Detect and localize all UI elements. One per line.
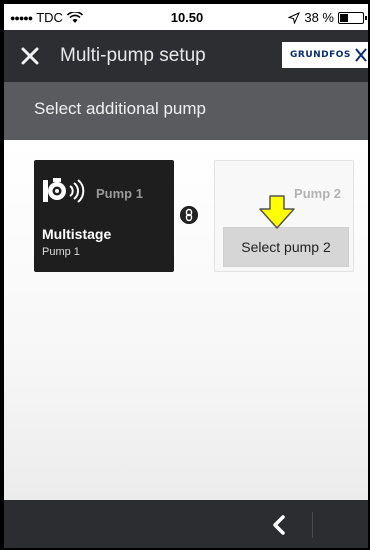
status-bar: ●●●●● TDC 10.50 38 % xyxy=(4,4,368,30)
pump-1-name: Pump 1 xyxy=(42,246,80,258)
pump-1-title: Pump 1 xyxy=(96,186,143,201)
nav-divider xyxy=(312,512,313,538)
location-arrow-icon xyxy=(288,11,301,24)
select-pump-2-button[interactable]: Select pump 2 xyxy=(223,227,349,267)
bottom-nav xyxy=(4,500,368,548)
phone-screen: ●●●●● TDC 10.50 38 % Multi-pump setup GR… xyxy=(0,0,370,550)
sub-header-title: Select additional pump xyxy=(34,99,207,118)
link-icon xyxy=(180,206,198,224)
status-right: 38 % xyxy=(288,10,367,25)
grundfos-x-icon xyxy=(355,48,367,62)
app-header: Multi-pump setup GRUNDFOS xyxy=(4,30,368,82)
pump-1-type: Multistage xyxy=(42,226,112,242)
page-title: Multi-pump setup xyxy=(60,45,206,66)
main-content: Pump 1 Multistage Pump 1 Pump 2 Select p… xyxy=(4,140,368,500)
pump-wireless-icon xyxy=(43,178,85,203)
battery-icon xyxy=(338,11,367,24)
pump-2-title: Pump 2 xyxy=(294,186,341,201)
battery-fill xyxy=(340,13,348,22)
pump-1-card[interactable]: Pump 1 Multistage Pump 1 xyxy=(34,160,174,272)
sub-header: Select additional pump xyxy=(4,82,368,140)
grundfos-logo: GRUNDFOS xyxy=(282,42,368,68)
logo-text: GRUNDFOS xyxy=(290,50,351,60)
battery-percent: 38 % xyxy=(304,10,334,25)
close-icon[interactable] xyxy=(18,44,42,68)
back-chevron-icon[interactable] xyxy=(268,514,290,536)
down-arrow-icon xyxy=(259,195,295,229)
